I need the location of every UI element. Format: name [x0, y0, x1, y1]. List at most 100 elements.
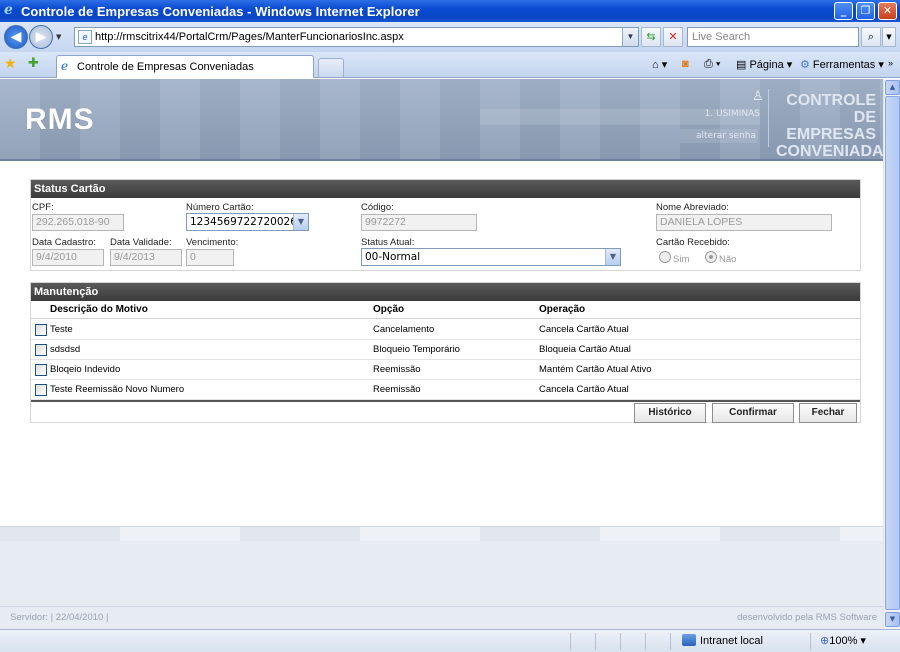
col-reason-header: Descrição do Motivo [50, 304, 148, 315]
row-reason: Bloqeio Indevido [50, 364, 121, 375]
address-input[interactable]: e http://rmscitrix44/PortalCrm/Pages/Man… [74, 27, 639, 47]
card-received-yes-radio[interactable] [659, 251, 671, 263]
chevron-down-icon: ▼ [293, 214, 308, 230]
browser-viewport: RMS ♙ 1. USIMINAS alterar senha CONTROLE… [0, 79, 883, 629]
internet-explorer-icon: e [4, 2, 13, 18]
search-icon[interactable]: ⌕ [861, 27, 881, 47]
page-menu-icon: ▤ [736, 59, 750, 71]
page-banner: RMS ♙ 1. USIMINAS alterar senha CONTROLE… [0, 79, 883, 159]
refresh-icon[interactable]: ⇆ [641, 27, 661, 47]
registration-date-label: Data Cadastro: [32, 237, 96, 248]
code-field: 9972272 [361, 214, 477, 231]
page-icon: e [78, 30, 92, 44]
cpf-field: 292.265.018-90 [32, 214, 124, 231]
footer-band [0, 526, 883, 606]
tab-bar: ★ ✚ e Controle de Empresas Conveniadas ⌂… [0, 52, 900, 78]
row-operation: Cancela Cartão Atual [539, 384, 629, 395]
close-button[interactable]: Fechar [799, 403, 857, 423]
app-title-line-2: DE EMPRESAS [786, 109, 876, 143]
scroll-down-icon[interactable]: ▼ [885, 612, 900, 627]
page-menu[interactable]: ▤ Página ▾ [736, 58, 792, 71]
row-checkbox[interactable] [35, 364, 47, 376]
app-title: CONTROLE DE EMPRESAS CONVENIADAS [776, 92, 883, 159]
new-tab-button[interactable] [318, 58, 344, 77]
stop-icon[interactable]: ✕ [663, 27, 683, 47]
card-received-yes-label: Sim [673, 254, 690, 265]
tab-controle-empresas[interactable]: e Controle de Empresas Conveniadas [56, 55, 314, 78]
code-label: Código: [361, 202, 394, 213]
scroll-thumb[interactable] [885, 96, 900, 610]
chevron-down-icon: ▼ [605, 249, 620, 265]
col-operation-header: Operação [539, 304, 586, 315]
row-option: Reemissão [373, 364, 421, 375]
window-title: Controle de Empresas Conveniadas - Windo… [21, 4, 420, 19]
search-input[interactable]: Live Search [687, 27, 859, 47]
row-checkbox[interactable] [35, 344, 47, 356]
row-operation: Mantém Cartão Atual Ativo [539, 364, 652, 375]
print-icon[interactable]: ⎙ ▾ [704, 58, 720, 71]
tools-menu-label: Ferramentas [812, 59, 876, 71]
gear-icon: ⚙ [800, 59, 813, 71]
user-icon: ♙ [752, 89, 764, 104]
server-info: Servidor: | 22/04/2010 | [10, 612, 109, 623]
close-window-button[interactable]: ✕ [878, 2, 897, 20]
row-option: Cancelamento [373, 324, 435, 335]
forward-button[interactable]: ▶ [29, 25, 53, 49]
feeds-icon[interactable]: ◙ [682, 58, 689, 70]
page-menu-label: Página [749, 59, 784, 71]
status-card-header: Status Cartão [31, 180, 860, 198]
favorites-star-icon[interactable]: ★ [4, 56, 17, 72]
recent-pages-dropdown-icon[interactable]: ▼ [56, 33, 61, 41]
user-name: 1. USIMINAS [704, 109, 760, 119]
row-reason: Teste [50, 324, 73, 335]
cpf-label: CPF: [32, 202, 54, 213]
row-option: Reemissão [373, 384, 421, 395]
home-icon[interactable]: ⌂ ▾ [652, 58, 667, 71]
validity-date-label: Data Validade: [110, 237, 172, 248]
zoom-control[interactable]: ⊕100% ▾ [820, 634, 866, 647]
due-field: 0 [186, 249, 234, 266]
app-title-line-3: CONVENIADAS [776, 143, 883, 159]
minimize-button[interactable]: _ [834, 2, 853, 20]
row-checkbox[interactable] [35, 324, 47, 336]
row-reason: Teste Reemissão Novo Numero [50, 384, 185, 395]
table-bottom-rule [31, 400, 860, 402]
zoom-icon: ⊕ [820, 635, 830, 647]
url-text: http://rmscitrix44/PortalCrm/Pages/Mante… [95, 31, 404, 43]
row-checkbox[interactable] [35, 384, 47, 396]
row-operation: Cancela Cartão Atual [539, 324, 629, 335]
vertical-scrollbar[interactable]: ▲ ▼ [883, 79, 900, 629]
back-button[interactable]: ◀ [4, 25, 28, 49]
search-options-icon[interactable]: ▼ [882, 27, 896, 47]
security-zone: Intranet local [682, 634, 763, 647]
tab-label: Controle de Empresas Conveniadas [77, 61, 254, 73]
status-card-panel: Status Cartão CPF: 292.265.018-90 Número… [30, 179, 861, 271]
card-number-label: Número Cartão: [186, 202, 254, 213]
card-received-no-radio[interactable] [705, 251, 717, 263]
developer-credit: desenvolvido pela RMS Software [737, 612, 877, 623]
security-zone-label: Intranet local [700, 635, 763, 647]
row-reason: sdsdsd [50, 344, 81, 355]
history-button[interactable]: Histórico [634, 403, 706, 423]
tab-page-icon: e [61, 59, 69, 73]
row-option: Bloqueio Temporário [373, 344, 460, 355]
short-name-field: DANIELA LOPES [656, 214, 832, 231]
more-commands-icon[interactable]: » [888, 58, 893, 68]
change-password-link[interactable]: alterar senha [680, 129, 758, 143]
confirm-button[interactable]: Confirmar [712, 403, 794, 423]
app-title-line-1: CONTROLE [786, 92, 876, 109]
address-dropdown-icon[interactable]: ▼ [622, 28, 638, 46]
table-row: sdsdsd Bloqueio Temporário Bloqueia Cart… [31, 340, 860, 360]
add-favorites-icon[interactable]: ✚ [28, 56, 39, 71]
card-received-label: Cartão Recebido: [656, 237, 730, 248]
card-number-select[interactable]: 1234569722720026 ▼ [186, 213, 309, 231]
short-name-label: Nome Abreviado: [656, 202, 729, 213]
current-status-label: Status Atual: [361, 237, 415, 248]
card-number-value: 1234569722720026 [190, 216, 297, 228]
card-received-no-label: Não [719, 254, 737, 265]
maximize-button[interactable]: ❐ [856, 2, 875, 20]
current-status-select[interactable]: 00-Normal ▼ [361, 248, 621, 266]
registration-date-field: 9/4/2010 [32, 249, 104, 266]
tools-menu[interactable]: ⚙ Ferramentas ▾ [800, 58, 884, 71]
scroll-up-icon[interactable]: ▲ [885, 80, 900, 95]
